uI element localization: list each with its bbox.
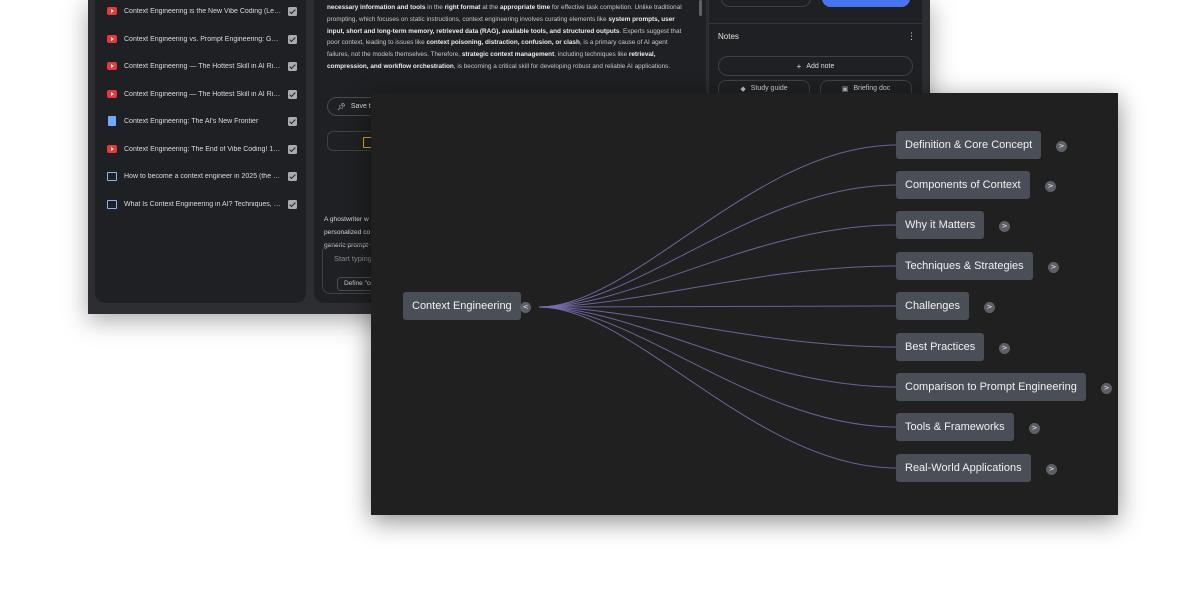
source-title: Context Engineering: The AI's New Fronti… bbox=[124, 117, 259, 125]
document-icon bbox=[108, 116, 116, 126]
collapse-toggle[interactable]: < bbox=[520, 302, 531, 313]
source-checkbox[interactable] bbox=[288, 34, 297, 44]
mind-map-node[interactable]: Challenges bbox=[896, 292, 970, 320]
node-label: Real-World Applications bbox=[905, 462, 1022, 474]
mind-map-node[interactable]: Real-World Applications bbox=[896, 454, 1031, 482]
youtube-icon bbox=[107, 62, 117, 70]
youtube-icon bbox=[107, 35, 117, 43]
expand-toggle[interactable]: > bbox=[1101, 383, 1112, 394]
expand-toggle[interactable]: > bbox=[1048, 262, 1059, 273]
studio-secondary-button[interactable] bbox=[721, 0, 811, 7]
expand-toggle[interactable]: > bbox=[984, 302, 995, 313]
source-title: What Is Context Engineering in AI? Techn… bbox=[124, 200, 281, 208]
node-label: Challenges bbox=[905, 300, 961, 312]
mind-map-edge bbox=[538, 306, 897, 428]
youtube-icon bbox=[107, 90, 117, 98]
mind-map-edge bbox=[538, 265, 897, 308]
root-node-label: Context Engineering bbox=[412, 300, 512, 312]
node-label: Definition & Core Concept bbox=[905, 139, 1033, 151]
divider bbox=[709, 23, 922, 24]
graduation-cap-icon: ◆ bbox=[740, 85, 746, 93]
expand-toggle[interactable]: > bbox=[999, 343, 1010, 354]
source-checkbox[interactable] bbox=[288, 171, 297, 181]
expand-toggle[interactable]: > bbox=[999, 221, 1010, 232]
studio-primary-button[interactable] bbox=[822, 0, 910, 7]
expand-toggle[interactable]: > bbox=[1045, 181, 1056, 192]
mind-map-root-node[interactable]: Context Engineering bbox=[403, 292, 521, 320]
pin-icon: 📌︎ bbox=[337, 103, 346, 111]
source-checkbox[interactable] bbox=[288, 89, 297, 99]
source-title: Context Engineering — The Hottest Skill … bbox=[124, 90, 282, 98]
source-item[interactable]: Context Engineering: The AI's New Fronti… bbox=[107, 113, 300, 129]
study-guide-label: Study guide bbox=[750, 85, 788, 92]
sources-panel: Context Engineering is the New Vibe Codi… bbox=[95, 0, 306, 303]
mind-map-edge bbox=[538, 184, 897, 308]
node-label: Why it Matters bbox=[905, 219, 976, 231]
source-checkbox[interactable] bbox=[288, 6, 297, 16]
chat-input-placeholder: Start typing bbox=[334, 254, 372, 263]
source-checkbox[interactable] bbox=[288, 61, 297, 71]
source-checkbox[interactable] bbox=[288, 144, 297, 154]
source-item[interactable]: Context Engineering: The End of Vibe Cod… bbox=[107, 141, 300, 157]
source-item[interactable]: Context Engineering — The Hottest Skill … bbox=[107, 86, 300, 102]
mind-map-node[interactable]: Comparison to Prompt Engineering bbox=[896, 373, 1086, 401]
source-item[interactable]: What Is Context Engineering in AI? Techn… bbox=[107, 196, 300, 212]
document-icon: ▣ bbox=[841, 85, 849, 93]
web-icon bbox=[107, 199, 117, 209]
summary-text: at the bbox=[480, 4, 500, 11]
expand-toggle[interactable]: > bbox=[1029, 423, 1040, 434]
summary-emphasis: appropriate time bbox=[499, 4, 551, 11]
source-checkbox[interactable] bbox=[288, 199, 297, 209]
expand-toggle[interactable]: > bbox=[1056, 141, 1067, 152]
source-title: Context Engineering — The Hottest Skill … bbox=[124, 62, 282, 70]
summary-text: , including techniques like bbox=[554, 51, 629, 59]
mind-map-node[interactable]: Tools & Frameworks bbox=[896, 413, 1014, 441]
summary-emphasis: context poisoning, distraction, confusio… bbox=[426, 39, 580, 47]
source-title: Context Engineering is the New Vibe Codi… bbox=[124, 7, 282, 15]
mind-map-node[interactable]: Components of Context bbox=[896, 171, 1030, 199]
youtube-icon bbox=[107, 145, 117, 153]
summary-emphasis: strategic context management bbox=[461, 51, 555, 59]
source-checkbox[interactable] bbox=[288, 116, 297, 126]
mind-map-node[interactable]: Best Practices bbox=[896, 333, 985, 361]
mind-map-panel: Context Engineering < Definition & Core … bbox=[371, 93, 1118, 515]
plus-icon: + bbox=[796, 61, 802, 71]
source-item[interactable]: How to become a context engineer in 2025… bbox=[107, 168, 300, 184]
summary-emphasis: right format bbox=[444, 4, 481, 11]
youtube-icon bbox=[107, 7, 117, 15]
summary-text: , is becoming a critical skill for devel… bbox=[453, 62, 671, 70]
briefing-doc-label: Briefing doc bbox=[853, 85, 891, 92]
more-vert-icon[interactable]: ⋮ bbox=[907, 31, 916, 42]
node-label: Techniques & Strategies bbox=[905, 260, 1024, 272]
add-note-button[interactable]: + Add note bbox=[718, 56, 913, 76]
web-icon bbox=[107, 171, 117, 181]
mind-map-node[interactable]: Definition & Core Concept bbox=[896, 131, 1042, 159]
chat-summary-text: necessary information and tools in the r… bbox=[327, 2, 685, 73]
expand-toggle[interactable]: > bbox=[1046, 464, 1057, 475]
mind-map-edge bbox=[538, 305, 897, 308]
summary-text: in the bbox=[425, 4, 445, 11]
chat-scrollbar[interactable] bbox=[699, 0, 702, 16]
node-label: Comparison to Prompt Engineering bbox=[905, 381, 1077, 393]
node-label: Tools & Frameworks bbox=[905, 421, 1005, 433]
add-note-label: Add note bbox=[806, 62, 835, 70]
mind-map-edge bbox=[538, 306, 897, 348]
source-item[interactable]: Context Engineering is the New Vibe Codi… bbox=[107, 3, 300, 19]
source-title: How to become a context engineer in 2025… bbox=[124, 172, 281, 180]
node-label: Best Practices bbox=[905, 341, 976, 353]
mind-map-edge bbox=[538, 306, 897, 469]
mind-map-node[interactable]: Techniques & Strategies bbox=[896, 252, 1033, 280]
summary-emphasis: necessary information and tools bbox=[327, 4, 426, 11]
mind-map-edge bbox=[538, 144, 897, 308]
source-title: Context Engineering: The End of Vibe Cod… bbox=[124, 145, 281, 153]
source-title: Context Engineering vs. Prompt Engineeri… bbox=[124, 35, 282, 43]
node-label: Components of Context bbox=[905, 179, 1021, 191]
notes-title: Notes bbox=[718, 32, 739, 41]
source-item[interactable]: Context Engineering vs. Prompt Engineeri… bbox=[107, 31, 300, 47]
mind-map-node[interactable]: Why it Matters bbox=[896, 211, 985, 239]
source-item[interactable]: Context Engineering — The Hottest Skill … bbox=[107, 58, 300, 74]
